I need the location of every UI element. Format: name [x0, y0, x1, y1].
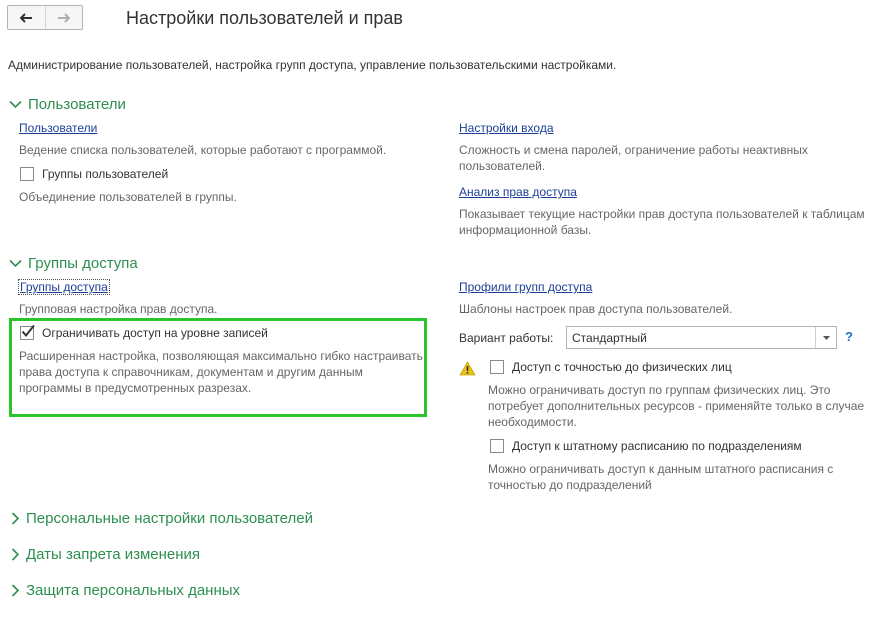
access-analysis-link[interactable]: Анализ прав доступа: [459, 185, 577, 199]
staff-access-label: Доступ к штатному расписанию по подразде…: [512, 439, 802, 453]
section-personal-settings-header[interactable]: Персональные настройки пользователей: [11, 510, 313, 527]
chevron-down-icon: [9, 259, 22, 268]
restrict-records-label: Ограничивать доступ на уровне записей: [42, 326, 268, 340]
staff-access-checkbox-row[interactable]: Доступ к штатному расписанию по подразде…: [490, 439, 802, 453]
access-group-profiles-link[interactable]: Профили групп доступа: [459, 280, 592, 294]
staff-access-desc: Можно ограничивать доступ к данным штатн…: [488, 462, 834, 492]
warning-icon: [459, 361, 476, 376]
dropdown-button[interactable]: [815, 327, 836, 348]
restrict-records-checkbox[interactable]: [20, 324, 35, 340]
login-settings-link[interactable]: Настройки входа: [459, 121, 554, 135]
user-groups-desc: Объединение пользователей в группы.: [19, 190, 237, 204]
checkmark-icon: [21, 324, 35, 338]
section-access-groups-title: Группы доступа: [28, 255, 138, 272]
chevron-down-icon: [9, 100, 22, 109]
chevron-right-icon: [11, 548, 20, 561]
nav-buttons: [7, 5, 83, 30]
section-users-title: Пользователи: [28, 96, 126, 113]
arrow-right-icon: [58, 12, 71, 23]
page-title: Настройки пользователей и прав: [126, 8, 403, 28]
section-users-header[interactable]: Пользователи: [9, 96, 126, 113]
access-groups-link[interactable]: Группы доступа: [18, 279, 110, 295]
users-desc: Ведение списка пользователей, которые ра…: [19, 143, 387, 157]
section-personal-data-header[interactable]: Защита персональных данных: [11, 582, 240, 599]
user-groups-checkbox-row[interactable]: Группы пользователей: [20, 167, 168, 181]
section-change-prohibition-header[interactable]: Даты запрета изменения: [11, 546, 200, 563]
work-mode-value: Стандартный: [572, 330, 647, 345]
work-mode-label: Вариант работы:: [459, 331, 554, 345]
user-groups-checkbox[interactable]: [20, 167, 34, 181]
help-icon[interactable]: ?: [845, 329, 853, 344]
users-link[interactable]: Пользователи: [19, 121, 97, 135]
access-analysis-desc: Показывает текущие настройки прав доступ…: [459, 207, 865, 237]
section-access-groups-header[interactable]: Группы доступа: [9, 255, 138, 272]
work-mode-select[interactable]: Стандартный: [566, 326, 837, 349]
chevron-down-icon: [822, 335, 830, 340]
forward-button[interactable]: [44, 6, 83, 29]
login-settings-desc: Сложность и смена паролей, ограничение р…: [459, 143, 808, 173]
chevron-right-icon: [11, 584, 20, 597]
arrow-left-icon: [19, 12, 32, 23]
page-description: Администрирование пользователей, настрой…: [8, 58, 617, 72]
persons-access-label: Доступ с точностью до физических лиц: [512, 360, 732, 374]
persons-access-desc: Можно ограничивать доступ по группам физ…: [488, 383, 865, 429]
access-groups-desc: Групповая настройка прав доступа.: [19, 302, 218, 316]
section-personal-data-title: Защита персональных данных: [26, 582, 241, 599]
section-change-prohibition-title: Даты запрета изменения: [26, 546, 201, 563]
back-button[interactable]: [8, 6, 45, 29]
chevron-right-icon: [11, 512, 20, 525]
persons-access-checkbox-row[interactable]: Доступ с точностью до физических лиц: [490, 360, 732, 374]
access-group-profiles-desc: Шаблоны настроек прав доступа пользовате…: [459, 302, 733, 316]
user-groups-label: Группы пользователей: [42, 167, 169, 181]
restrict-records-checkbox-row[interactable]: Ограничивать доступ на уровне записей: [20, 324, 268, 340]
staff-access-checkbox[interactable]: [490, 439, 504, 453]
section-personal-settings-title: Персональные настройки пользователей: [26, 510, 313, 527]
restrict-records-desc: Расширенная настройка, позволяющая макси…: [19, 349, 423, 395]
persons-access-checkbox[interactable]: [490, 360, 504, 374]
